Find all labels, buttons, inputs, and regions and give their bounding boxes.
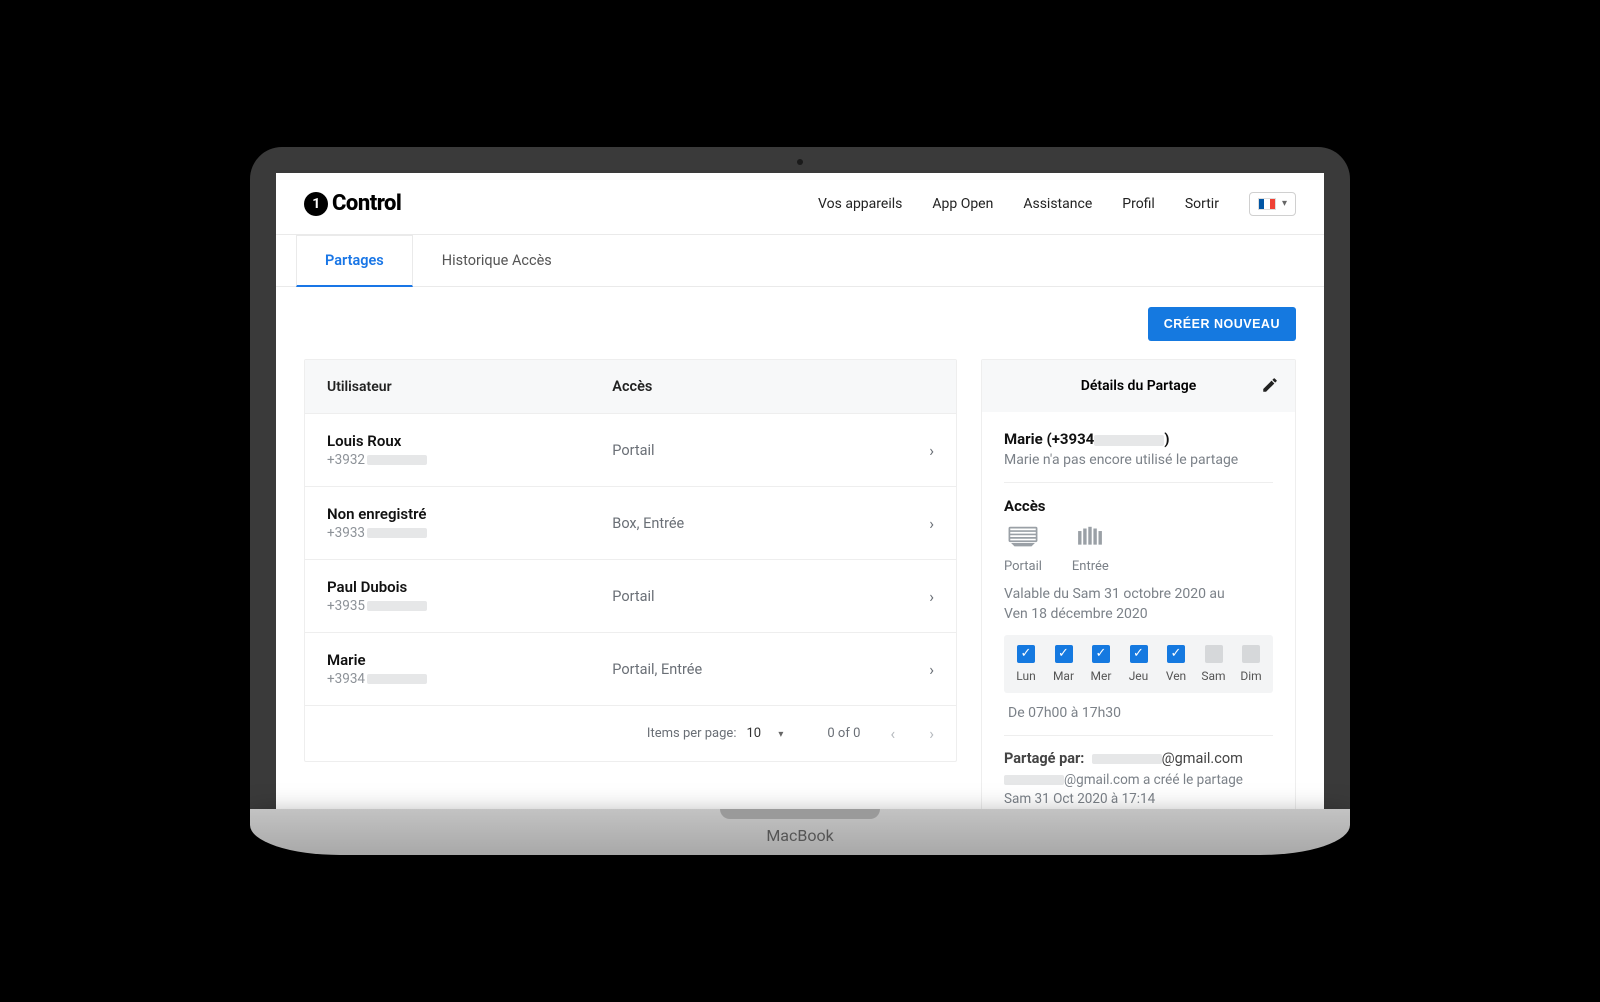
brand-logo: 1 Control: [304, 191, 401, 216]
validity-line1: Valable du Sam 31 octobre 2020 au: [1004, 586, 1225, 602]
day-lun[interactable]: ✓ Lun: [1012, 645, 1040, 683]
language-selector[interactable]: ▾: [1249, 192, 1296, 216]
row-access: Box, Entrée: [612, 515, 929, 532]
checkbox-icon: ✓: [1092, 645, 1110, 663]
day-ven[interactable]: ✓ Ven: [1162, 645, 1190, 683]
laptop-base-label: MacBook: [766, 826, 833, 845]
nav-devices[interactable]: Vos appareils: [818, 196, 902, 212]
details-title: Détails du Partage: [1081, 378, 1197, 394]
brand-icon: 1: [304, 192, 328, 216]
nav-assistance[interactable]: Assistance: [1023, 196, 1092, 212]
access-item-label: Entrée: [1072, 559, 1109, 574]
table-row[interactable]: Marie +3934 Portail, Entrée ›: [305, 632, 956, 705]
day-mer[interactable]: ✓ Mer: [1087, 645, 1115, 683]
nav-app-open[interactable]: App Open: [932, 196, 993, 212]
access-item: Entrée: [1072, 525, 1109, 574]
chevron-right-icon: ›: [929, 441, 934, 460]
row-access: Portail: [612, 588, 929, 605]
laptop-camera: [797, 159, 803, 165]
row-user-name: Marie: [327, 651, 612, 669]
shared-by-label: Partagé par:: [1004, 750, 1084, 767]
day-selector: ✓ Lun ✓ Mar ✓ Mer ✓ Jeu ✓ Ven Sam Dim: [1004, 635, 1273, 693]
shared-by-email: @gmail.com: [1162, 750, 1243, 767]
day-mar[interactable]: ✓ Mar: [1050, 645, 1078, 683]
day-label: Jeu: [1129, 669, 1149, 683]
row-user-phone: +3934: [327, 671, 612, 687]
row-user-phone: +3935: [327, 598, 612, 614]
checkbox-icon: [1242, 645, 1260, 663]
chevron-right-icon: ›: [929, 514, 934, 533]
meta-line2: Sam 31 Oct 2020 à 17:14: [1004, 791, 1155, 807]
gate-icon: [1073, 525, 1107, 553]
chevron-right-icon: ›: [929, 587, 934, 606]
row-access: Portail, Entrée: [612, 661, 929, 678]
access-item: Portail: [1004, 525, 1042, 574]
nav-logout[interactable]: Sortir: [1185, 196, 1219, 212]
tab-shares[interactable]: Partages: [296, 235, 413, 287]
caret-down-icon: ▾: [1282, 198, 1287, 209]
share-details-panel: Détails du Partage Marie (+3934) Marie n…: [981, 359, 1296, 809]
day-label: Ven: [1166, 669, 1186, 683]
day-label: Dim: [1240, 669, 1261, 683]
day-label: Mar: [1053, 669, 1074, 683]
brand-text: Control: [332, 191, 401, 216]
create-new-button[interactable]: CRÉER NOUVEAU: [1148, 307, 1296, 341]
edit-icon[interactable]: [1261, 376, 1279, 398]
day-sam[interactable]: Sam: [1200, 645, 1228, 683]
row-user-phone: +3932: [327, 452, 612, 468]
row-user-name: Non enregistré: [327, 505, 612, 523]
main-nav: Vos appareils App Open Assistance Profil…: [818, 192, 1296, 216]
details-status: Marie n'a pas encore utilisé le partage: [1004, 452, 1273, 468]
chevron-right-icon: ›: [929, 660, 934, 679]
table-row[interactable]: Paul Dubois +3935 Portail ›: [305, 559, 956, 632]
row-user-name: Louis Roux: [327, 432, 612, 450]
day-label: Lun: [1016, 669, 1035, 683]
row-user-phone: +3933: [327, 525, 612, 541]
shares-table: Utilisateur Accès Louis Roux +3932 Porta…: [304, 359, 957, 762]
items-per-page-select[interactable]: 10 ▾: [746, 726, 801, 741]
row-access: Portail: [612, 442, 929, 459]
day-jeu[interactable]: ✓ Jeu: [1125, 645, 1153, 683]
garage-icon: [1006, 525, 1040, 553]
day-dim[interactable]: Dim: [1237, 645, 1265, 683]
hours-range: De 07h00 à 17h30: [1008, 705, 1269, 721]
table-row[interactable]: Louis Roux +3932 Portail ›: [305, 413, 956, 486]
topbar: 1 Control Vos appareils App Open Assista…: [276, 173, 1324, 235]
day-label: Sam: [1201, 669, 1225, 683]
th-user: Utilisateur: [327, 379, 612, 395]
prev-page-button[interactable]: ‹: [886, 720, 899, 747]
day-label: Mer: [1091, 669, 1112, 683]
flag-fr-icon: [1258, 198, 1276, 210]
meta-line1: @gmail.com a créé le partage: [1064, 772, 1243, 788]
tabs: Partages Historique Accès: [276, 235, 1324, 287]
checkbox-icon: ✓: [1055, 645, 1073, 663]
checkbox-icon: ✓: [1017, 645, 1035, 663]
nav-profile[interactable]: Profil: [1122, 196, 1155, 212]
details-access-title: Accès: [1004, 497, 1273, 515]
items-per-page-label: Items per page:: [647, 726, 737, 741]
details-user-name: Marie (+3934: [1004, 430, 1094, 448]
validity-line2: Ven 18 décembre 2020: [1004, 606, 1148, 622]
access-item-label: Portail: [1004, 559, 1042, 574]
paginator: Items per page: 10 ▾ 0 of 0 ‹ ›: [305, 705, 956, 761]
checkbox-icon: [1205, 645, 1223, 663]
table-row[interactable]: Non enregistré +3933 Box, Entrée ›: [305, 486, 956, 559]
page-range: 0 of 0: [827, 726, 860, 741]
tab-history[interactable]: Historique Accès: [413, 235, 581, 286]
caret-down-icon: ▾: [778, 729, 783, 740]
row-user-name: Paul Dubois: [327, 578, 612, 596]
checkbox-icon: ✓: [1130, 645, 1148, 663]
th-access: Accès: [612, 378, 934, 395]
next-page-button[interactable]: ›: [925, 720, 938, 747]
checkbox-icon: ✓: [1167, 645, 1185, 663]
